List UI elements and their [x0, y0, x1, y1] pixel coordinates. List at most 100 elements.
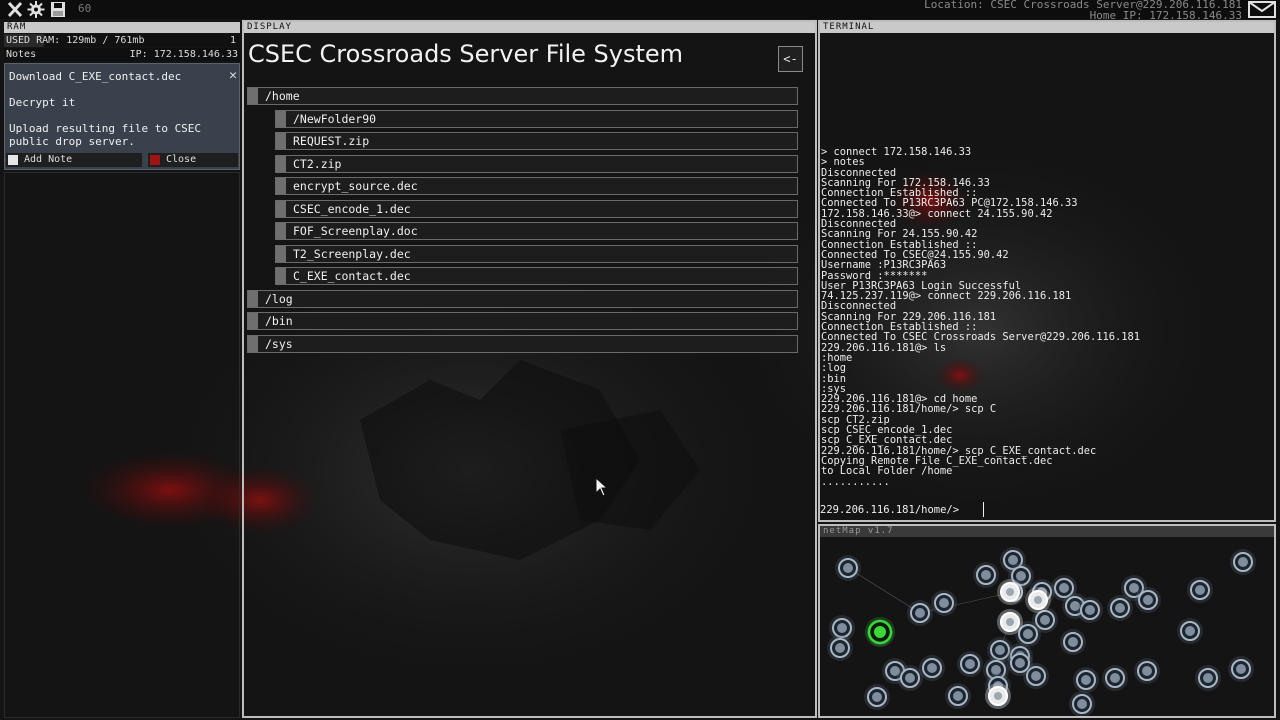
- file-row[interactable]: T2_Screenplay.dec: [275, 245, 798, 263]
- row-tab: [248, 336, 258, 352]
- netmap-node[interactable]: [1007, 650, 1033, 676]
- row-tab: [248, 88, 258, 104]
- note-item: Decrypt it: [9, 96, 76, 109]
- row-tab: [276, 156, 286, 172]
- row-tab: [276, 223, 286, 239]
- notes-strip: Notes IP: 172.158.146.33: [4, 48, 240, 61]
- close-icon[interactable]: [6, 1, 24, 18]
- netmap-node[interactable]: [864, 684, 890, 710]
- file-label: /NewFolder90: [293, 112, 377, 126]
- terminal-header: TERMINAL: [820, 22, 1274, 33]
- netmap-node[interactable]: [835, 555, 861, 581]
- file-row[interactable]: CSEC_encode_1.dec: [275, 200, 798, 218]
- close-notes-button[interactable]: Close: [148, 153, 238, 167]
- netmap-node[interactable]: [1060, 629, 1086, 655]
- row-tab: [276, 201, 286, 217]
- row-tab: [276, 178, 286, 194]
- terminal-line: to Local Folder /home: [821, 465, 953, 478]
- ram-usage-bar: USED RAM: 129mb / 761mb 1: [4, 34, 240, 47]
- add-note-button[interactable]: Add Note: [6, 153, 142, 167]
- file-label: REQUEST.zip: [293, 134, 370, 148]
- netmap-node-active[interactable]: [997, 609, 1023, 635]
- location-info: Location: CSEC Crossroads Server@229.206…: [924, 0, 1242, 21]
- netmap-node[interactable]: [1135, 587, 1161, 613]
- file-row[interactable]: C_EXE_contact.dec: [275, 267, 798, 285]
- file-row[interactable]: FOF_Screenplay.doc: [275, 222, 798, 240]
- terminal-prompt[interactable]: 229.206.116.181/home/>: [820, 504, 965, 516]
- folder-label: /log: [265, 292, 293, 306]
- terminal-output: > connect 172.158.146.33 > notes Disconnec…: [821, 147, 1271, 487]
- netmap-canvas[interactable]: [820, 538, 1274, 716]
- file-label: FOF_Screenplay.doc: [293, 224, 418, 238]
- page-title: CSEC Crossroads Server File System: [248, 40, 684, 68]
- add-note-label: Add Note: [24, 154, 73, 165]
- gear-icon[interactable]: [27, 1, 45, 18]
- netmap-node[interactable]: [1069, 691, 1095, 716]
- netmap-node-active[interactable]: [1025, 587, 1051, 613]
- netmap-node[interactable]: [1102, 665, 1128, 691]
- netmap-node[interactable]: [827, 635, 853, 661]
- netmap-node[interactable]: [973, 562, 999, 588]
- folder-sys[interactable]: /sys: [247, 335, 798, 353]
- file-row[interactable]: /NewFolder90: [275, 110, 798, 128]
- netmap-node[interactable]: [1134, 658, 1160, 684]
- netmap-node[interactable]: [957, 651, 983, 677]
- folder-log[interactable]: /log: [247, 290, 798, 308]
- note-item: Upload resulting file to CSEC public dro…: [9, 122, 202, 148]
- folder-bin[interactable]: /bin: [247, 312, 798, 330]
- netmap-home-node[interactable]: [865, 617, 895, 647]
- ram-used-text: USED RAM: 129mb / 761mb: [6, 35, 145, 46]
- row-tab: [276, 246, 286, 262]
- netmap-node[interactable]: [1107, 595, 1133, 621]
- folder-label: /home: [265, 89, 300, 103]
- row-tab: [276, 268, 286, 284]
- top-bar: 60 Location: CSEC Crossroads Server@229.…: [0, 0, 1280, 21]
- terminal-line: ...........: [821, 475, 890, 488]
- terminal-line: > connect 172.158.146.33: [821, 146, 972, 158]
- netmap-node[interactable]: [1230, 549, 1256, 575]
- file-label: CSEC_encode_1.dec: [293, 202, 411, 216]
- netmap-node[interactable]: [907, 600, 933, 626]
- display-header: DISPLAY: [244, 22, 815, 33]
- terminal-line: :bin: [821, 372, 847, 385]
- terminal-caret: [983, 502, 984, 517]
- file-label: encrypt_source.dec: [293, 179, 418, 193]
- netmap-node[interactable]: [1077, 597, 1103, 623]
- folder-label: /bin: [265, 314, 293, 328]
- folder-label: /sys: [265, 337, 293, 351]
- notes-panel: Download C_EXE_contact.dec ✕ Decrypt it …: [4, 63, 240, 170]
- file-label: T2_Screenplay.dec: [293, 247, 411, 261]
- close-note-icon[interactable]: ✕: [229, 68, 237, 83]
- netmap-header: netMap v1.7: [820, 526, 1274, 537]
- netmap-node[interactable]: [1228, 656, 1254, 682]
- netmap-node[interactable]: [897, 665, 923, 691]
- note-item: Download C_EXE_contact.dec: [9, 70, 182, 83]
- netmap-node[interactable]: [1177, 618, 1203, 644]
- netmap-node[interactable]: [1073, 667, 1099, 693]
- netmap-node[interactable]: [1195, 665, 1221, 691]
- file-label: C_EXE_contact.dec: [293, 269, 411, 283]
- row-tab: [248, 291, 258, 307]
- save-icon[interactable]: [49, 1, 67, 18]
- netmap-node[interactable]: [1187, 577, 1213, 603]
- file-row[interactable]: REQUEST.zip: [275, 132, 798, 150]
- ram-process-count: 1: [229, 35, 236, 46]
- netmap-node-active[interactable]: [985, 683, 1011, 709]
- notes-label: Notes: [6, 49, 37, 60]
- file-row[interactable]: CT2.zip: [275, 155, 798, 173]
- back-button[interactable]: <-: [778, 46, 803, 72]
- left-panel-body: [4, 172, 240, 718]
- mail-icon[interactable]: [1248, 1, 1276, 18]
- netmap-node[interactable]: [931, 590, 957, 616]
- close-swatch: [150, 155, 160, 165]
- ram-header: RAM: [4, 22, 240, 33]
- file-row[interactable]: encrypt_source.dec: [275, 177, 798, 195]
- notes-ip: IP: 172.158.146.33: [129, 49, 238, 60]
- netmap-node-active[interactable]: [997, 579, 1023, 605]
- mouse-cursor-icon: [595, 477, 609, 497]
- terminal-line: :log: [821, 362, 847, 375]
- row-tab: [248, 313, 258, 329]
- file-label: CT2.zip: [293, 157, 342, 171]
- folder-home[interactable]: /home: [247, 87, 798, 105]
- netmap-node[interactable]: [945, 683, 971, 709]
